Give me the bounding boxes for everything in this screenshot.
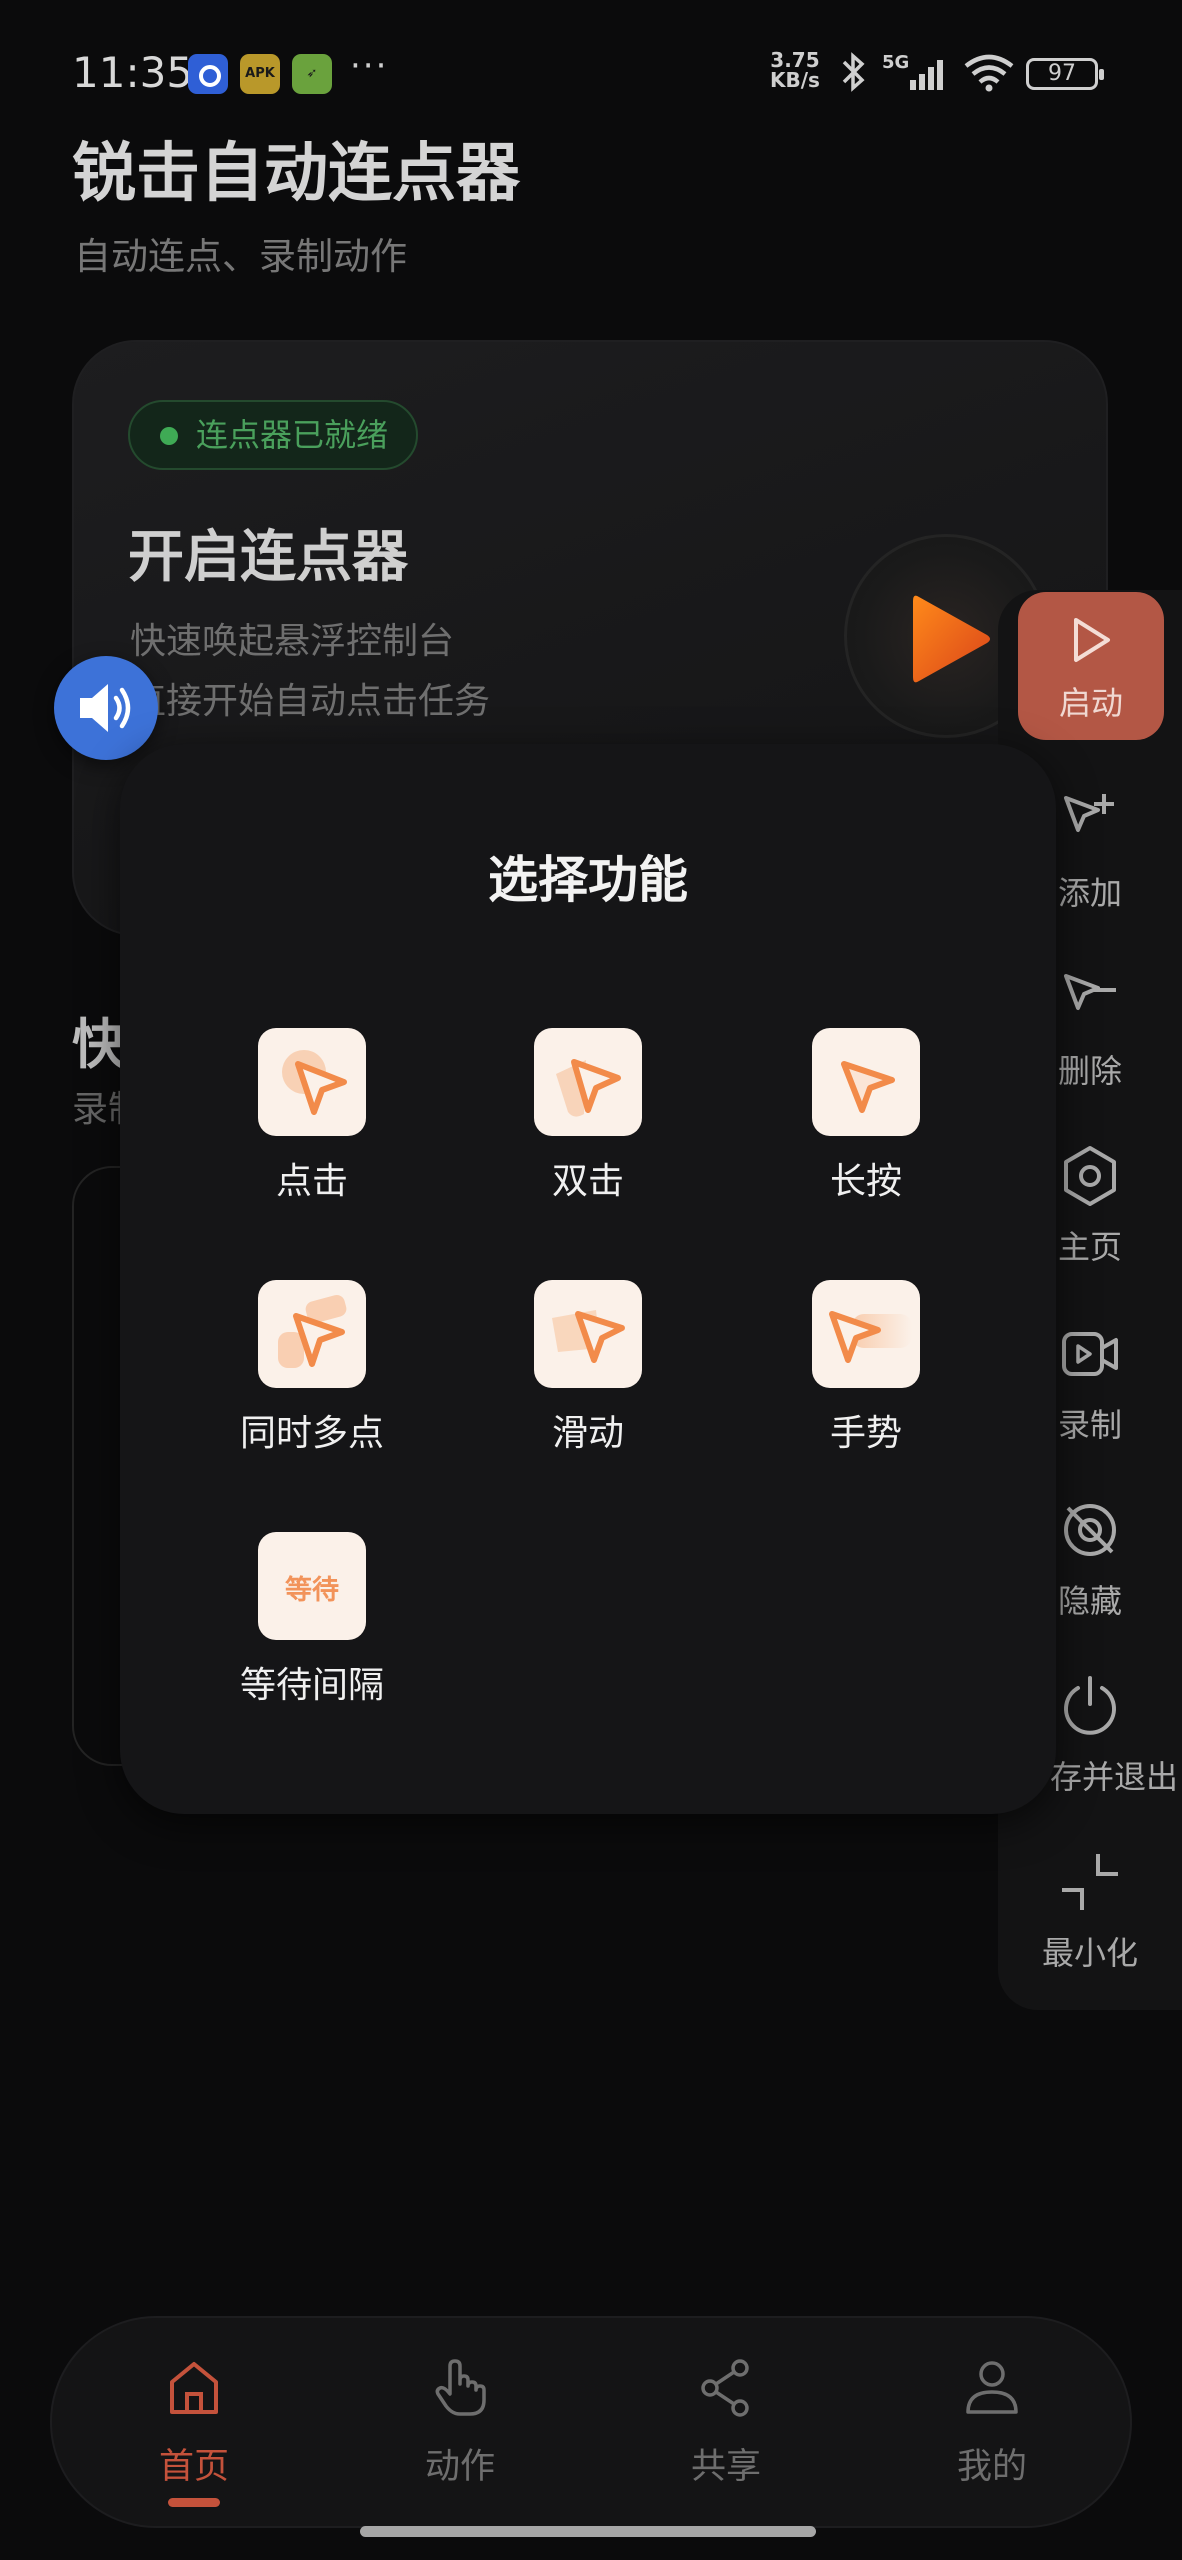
nav-share-label: 共享 <box>690 2447 761 2487</box>
function-click[interactable]: 点击 <box>192 1028 432 1228</box>
home-icon <box>170 2362 218 2414</box>
nav-profile-label: 我的 <box>956 2447 1027 2487</box>
gesture-icon <box>812 1280 920 1388</box>
function-double-click[interactable]: 双击 <box>468 1028 708 1228</box>
hexagon-home-icon <box>1064 1146 1116 1206</box>
card-description-line1: 快速唤起悬浮控制台 <box>130 621 455 662</box>
browser-icon <box>188 54 228 94</box>
status-time: 11:35 <box>72 48 194 97</box>
wait-icon: 等待 <box>258 1532 366 1640</box>
status-bar: 11:35 APK ➶ ··· 3.75 KB/s 5G 97 <box>0 0 1182 140</box>
start-button[interactable]: 启动 <box>1018 592 1164 740</box>
app-title: 锐击自动连点器 <box>72 137 520 211</box>
speaker-icon <box>80 684 131 732</box>
function-swipe-label: 滑动 <box>551 1413 624 1454</box>
net-speed: 3.75 KB/s <box>770 50 820 90</box>
apk-icon: APK <box>240 54 280 94</box>
nav-home-label: 首页 <box>158 2447 229 2487</box>
battery-indicator: 97 <box>1026 58 1104 90</box>
click-icon <box>258 1028 366 1136</box>
app-icon: ➶ <box>292 54 332 94</box>
function-gesture-label: 手势 <box>829 1413 902 1454</box>
net-speed-unit: KB/s <box>770 68 820 92</box>
select-function-dialog: 选择功能 点击 双击 长按 同时多点 滑动 手势 等待 等待间隔 <box>120 744 1056 1814</box>
power-icon <box>1064 1676 1116 1735</box>
dialog-title: 选择功能 <box>488 851 688 909</box>
minimize-icon <box>1062 1854 1118 1910</box>
nav-share[interactable]: 共享 <box>626 2358 826 2508</box>
function-gesture[interactable]: 手势 <box>746 1280 986 1480</box>
bottom-navigation: 首页 动作 共享 我的 <box>50 2316 1132 2528</box>
app-subtitle: 自动连点、录制动作 <box>74 235 407 278</box>
function-long-press-label: 长按 <box>829 1161 902 1202</box>
signal-icon: 5G <box>882 52 943 90</box>
card-title: 开启连点器 <box>128 525 408 590</box>
function-long-press[interactable]: 长按 <box>746 1028 986 1228</box>
function-click-label: 点击 <box>275 1161 348 1202</box>
user-icon <box>966 2361 1018 2414</box>
status-badge: 连点器已就绪 <box>128 400 419 470</box>
hand-pointer-icon <box>435 2359 486 2416</box>
panel-minimize-label: 最小化 <box>1041 1934 1138 1972</box>
add-pointer-icon <box>1064 794 1114 832</box>
play-outline-icon <box>1074 618 1110 662</box>
volume-button[interactable] <box>54 656 158 760</box>
function-swipe[interactable]: 滑动 <box>468 1280 708 1480</box>
eye-off-icon <box>1064 1504 1116 1556</box>
share-icon <box>701 2359 749 2417</box>
video-record-icon <box>1062 1332 1118 1376</box>
nav-actions[interactable]: 动作 <box>360 2358 560 2508</box>
quick-section-title: 快 <box>72 1013 126 1076</box>
wait-icon-text: 等待 <box>285 1575 339 1606</box>
swipe-icon <box>534 1280 642 1388</box>
nav-home[interactable]: 首页 <box>94 2358 294 2508</box>
function-multi-point-label: 同时多点 <box>239 1413 384 1454</box>
function-wait-interval-label: 等待间隔 <box>239 1665 384 1706</box>
nav-active-indicator <box>168 2498 220 2507</box>
remove-pointer-icon <box>1064 974 1116 1010</box>
function-multi-point[interactable]: 同时多点 <box>192 1280 432 1480</box>
long-press-icon <box>812 1028 920 1136</box>
nav-actions-label: 动作 <box>424 2447 495 2487</box>
play-icon <box>913 595 990 683</box>
more-notifications-icon: ··· <box>350 46 389 86</box>
net-speed-value: 3.75 <box>770 48 820 72</box>
function-wait-interval[interactable]: 等待 等待间隔 <box>192 1532 432 1732</box>
nav-profile[interactable]: 我的 <box>892 2358 1092 2508</box>
multi-point-icon <box>258 1280 366 1388</box>
gesture-home-bar[interactable] <box>360 2526 816 2537</box>
start-label: 启动 <box>1058 684 1123 722</box>
panel-minimize-button[interactable]: 最小化 <box>998 1850 1182 2000</box>
bluetooth-icon <box>842 52 865 92</box>
network-type: 5G <box>882 52 909 73</box>
function-double-click-label: 双击 <box>551 1161 624 1202</box>
double-click-icon <box>534 1028 642 1136</box>
wifi-icon <box>964 54 1014 92</box>
card-description-line2: 直接开始自动点击任务 <box>130 681 491 722</box>
